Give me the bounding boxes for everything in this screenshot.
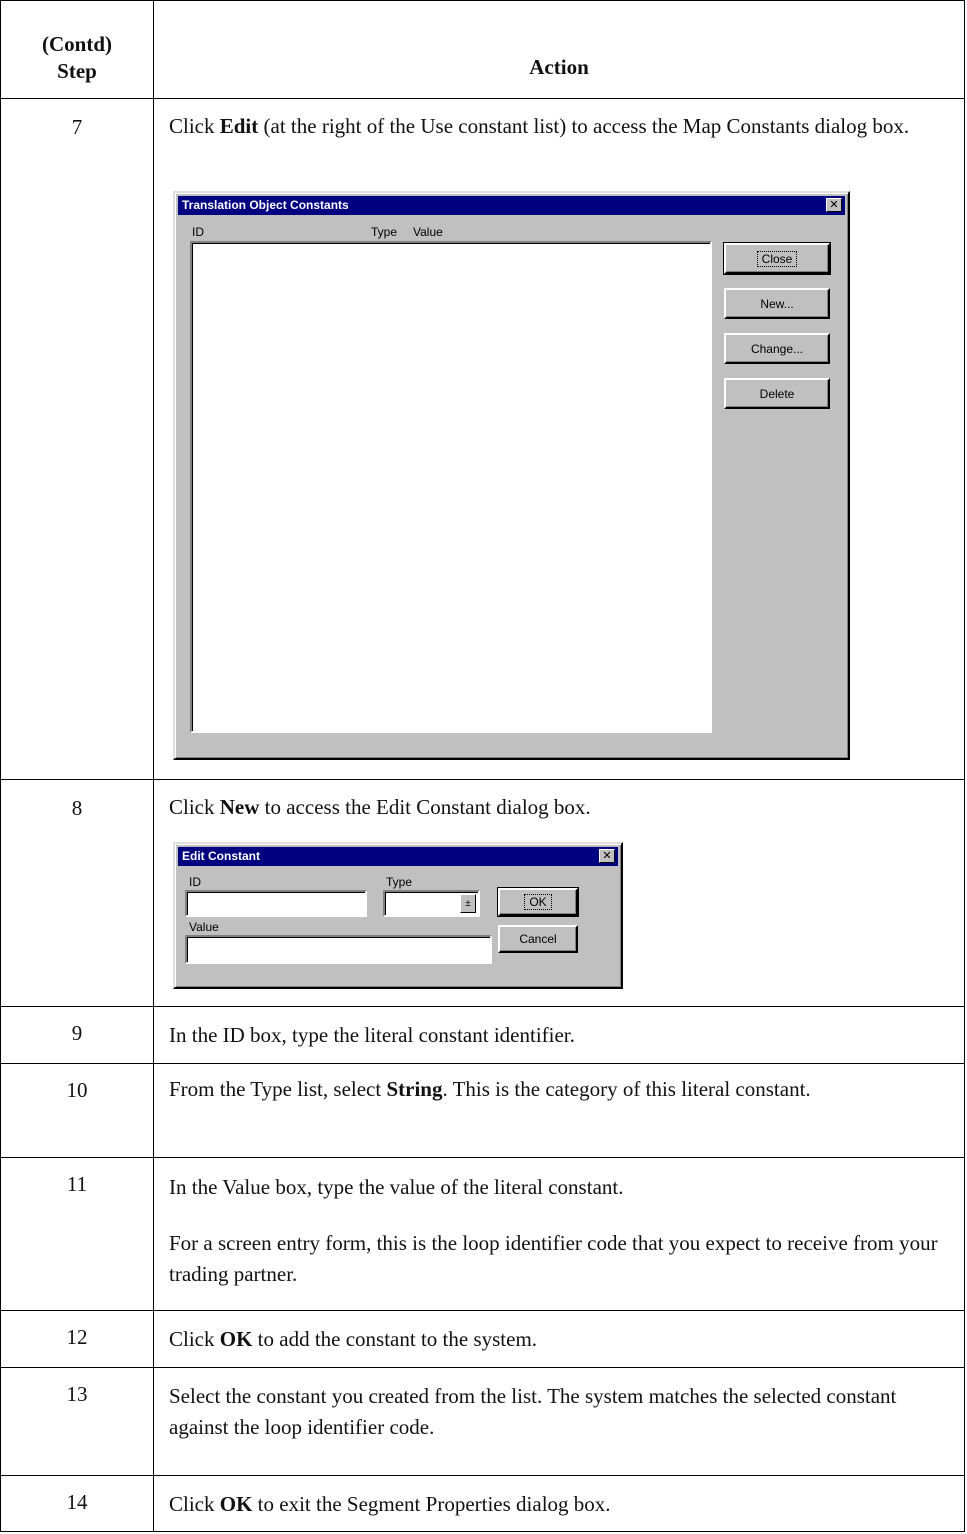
- instruction-bold: Edit: [219, 114, 259, 138]
- step-number: 11: [66, 1172, 88, 1196]
- step-number: 7: [71, 115, 83, 139]
- step-column-header: (Contd) Step: [1, 31, 153, 85]
- instruction-text: to exit the Segment Properties dialog bo…: [252, 1492, 611, 1516]
- dialog-titlebar: Edit Constant ✕: [178, 847, 618, 866]
- step-number: 13: [66, 1382, 88, 1406]
- instruction-bold: OK: [219, 1327, 253, 1351]
- instruction-bold: String: [386, 1077, 443, 1101]
- step-instruction: From the Type list, select String. This …: [169, 1074, 884, 1105]
- step-header-line2: Step: [57, 59, 97, 83]
- close-button[interactable]: Close: [723, 242, 831, 275]
- value-column-header[interactable]: Value: [413, 225, 443, 239]
- instruction-text: . This is the category of this literal c…: [442, 1077, 811, 1101]
- table-row-step-11: 11 In the Value box, type the value of t…: [1, 1158, 964, 1311]
- id-label: ID: [189, 875, 201, 889]
- table-row-step-14: 14 Click OK to exit the Segment Properti…: [1, 1476, 964, 1533]
- delete-button[interactable]: Delete: [724, 378, 830, 409]
- type-label: Type: [386, 875, 413, 889]
- table-header-row: (Contd) Step Action: [1, 1, 964, 99]
- type-dropdown[interactable]: ±: [383, 890, 480, 917]
- instruction-bold: New: [219, 795, 260, 819]
- change-button[interactable]: Change...: [724, 333, 830, 364]
- close-icon[interactable]: ✕: [599, 849, 615, 863]
- table-row-step-9: 9 In the ID box, type the literal consta…: [1, 1007, 964, 1064]
- action-column-header: Action: [529, 55, 589, 79]
- step-number: 12: [66, 1325, 88, 1349]
- dialog-title: Edit Constant: [182, 849, 260, 863]
- ok-button[interactable]: OK: [497, 887, 579, 917]
- close-icon[interactable]: ✕: [826, 198, 842, 212]
- instruction-text: to access the Edit Constant dialog box.: [259, 795, 591, 819]
- new-button[interactable]: New...: [724, 288, 830, 319]
- instruction-text: From the Type list, select: [169, 1077, 387, 1101]
- instruction-text: Click: [169, 795, 220, 819]
- translation-object-constants-dialog: Translation Object Constants ✕ ID Type V…: [173, 191, 850, 760]
- step-instruction: Click New to access the Edit Constant di…: [169, 792, 952, 823]
- instruction-text: (at the right of the Use constant list) …: [258, 114, 910, 138]
- table-row-step-10: 10 From the Type list, select String. Th…: [1, 1064, 964, 1158]
- table-row-step-13: 13 Select the constant you created from …: [1, 1368, 964, 1476]
- dialog-title: Translation Object Constants: [182, 198, 349, 212]
- step-number: 8: [71, 796, 83, 820]
- value-field[interactable]: [185, 935, 492, 964]
- id-field[interactable]: [185, 890, 367, 917]
- procedure-table: (Contd) Step Action 7 Click Edit (at the…: [0, 0, 965, 1532]
- edit-constant-dialog: Edit Constant ✕ ID Type ± Value OK Cance…: [173, 842, 623, 989]
- step-header-line1: (Contd): [41, 32, 112, 56]
- cancel-button[interactable]: Cancel: [498, 925, 578, 953]
- instruction-text: Click: [169, 1327, 220, 1351]
- step-instruction: In the Value box, type the value of the …: [169, 1175, 624, 1199]
- type-column-header[interactable]: Type: [371, 225, 397, 239]
- value-label: Value: [189, 920, 219, 934]
- step-note: For a screen entry form, this is the loo…: [169, 1231, 938, 1286]
- step-number: 14: [66, 1490, 88, 1514]
- ok-button-label: OK: [524, 894, 552, 910]
- chevron-down-icon[interactable]: ±: [460, 894, 476, 913]
- step-instruction: Select the constant you created from the…: [169, 1384, 897, 1439]
- step-instruction: Click OK to exit the Segment Properties …: [169, 1489, 952, 1520]
- step-number: 10: [66, 1078, 88, 1102]
- step-instruction: Click Edit (at the right of the Use cons…: [169, 111, 952, 142]
- constants-list[interactable]: [190, 241, 712, 733]
- dialog-titlebar: Translation Object Constants ✕: [178, 196, 845, 215]
- instruction-bold: OK: [219, 1492, 253, 1516]
- step-instruction: Click OK to add the constant to the syst…: [169, 1324, 952, 1355]
- id-column-header[interactable]: ID: [192, 225, 204, 239]
- table-row-step-8: 8 Click New to access the Edit Constant …: [1, 780, 964, 1007]
- step-number: 9: [71, 1021, 83, 1045]
- instruction-text: to add the constant to the system.: [252, 1327, 538, 1351]
- step-instruction: In the ID box, type the literal constant…: [169, 1023, 575, 1047]
- table-row-step-12: 12 Click OK to add the constant to the s…: [1, 1311, 964, 1368]
- instruction-text: Click: [169, 114, 220, 138]
- table-row-step-7: 7 Click Edit (at the right of the Use co…: [1, 99, 964, 780]
- close-button-label: Close: [756, 251, 798, 267]
- instruction-text: Click: [169, 1492, 220, 1516]
